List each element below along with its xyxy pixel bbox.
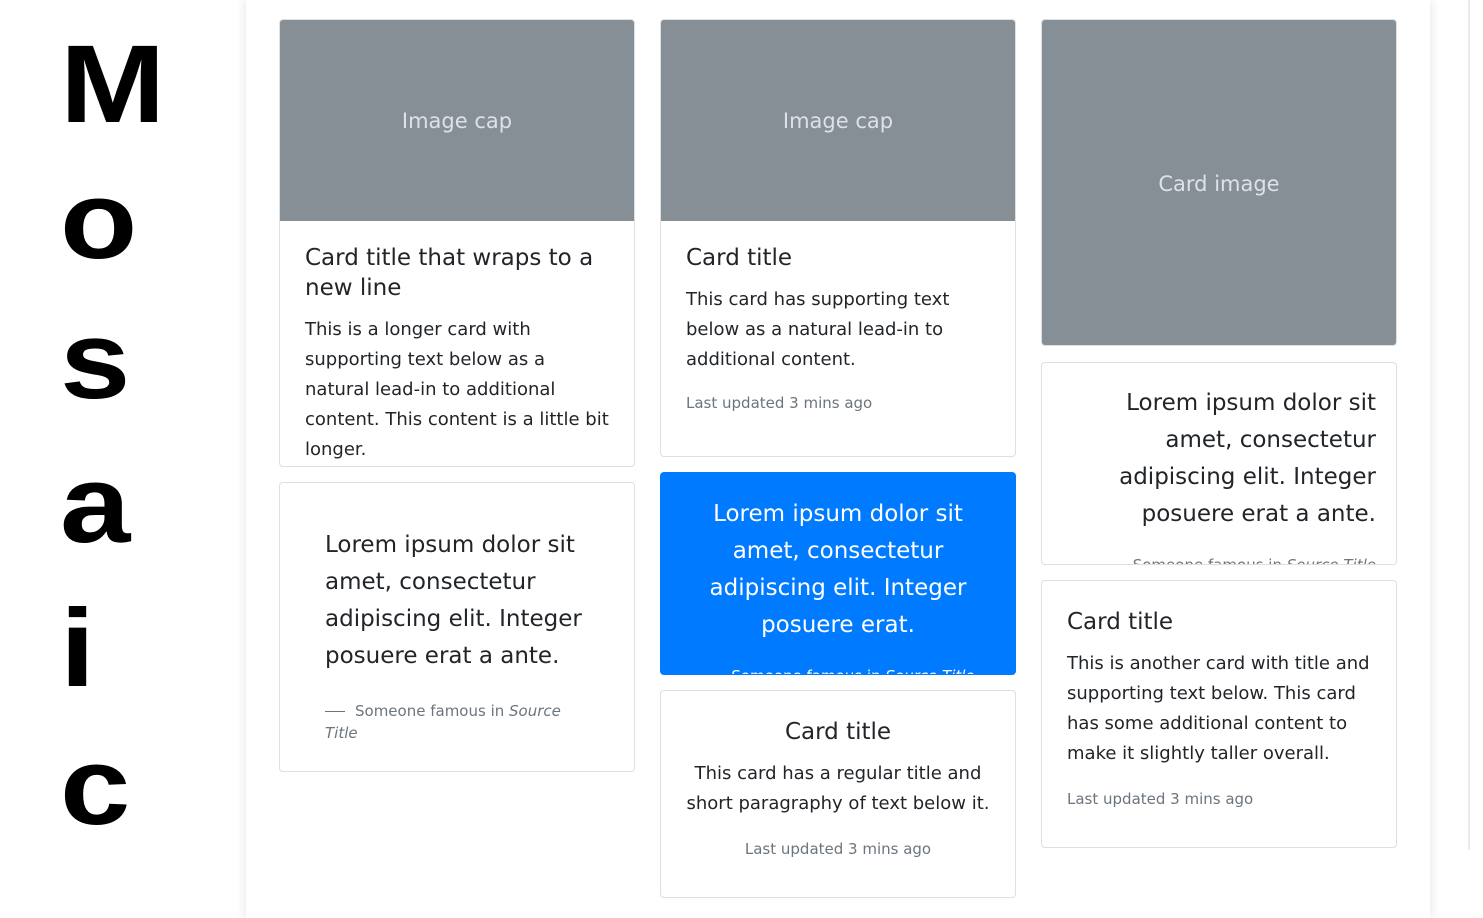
source-title: Source Title [1286, 556, 1376, 565]
card-body: Card title This is another card with tit… [1042, 581, 1396, 834]
card-title: Card title [784, 719, 892, 745]
footer-prefix: Someone famous in [355, 702, 505, 720]
logo-letter-c: c [60, 725, 131, 848]
blockquote: Lorem ipsum dolor sit amet, consectetur … [280, 483, 634, 744]
card-image-placeholder: Image cap [661, 20, 1015, 221]
blockquote-footer: Someone famous in Source Title [679, 665, 997, 674]
logo-letter-m: M [60, 23, 166, 146]
card-text: This is another card with title and supp… [1067, 653, 1370, 764]
quote-text: Lorem ipsum dolor sit amet, consectetur … [325, 532, 582, 669]
blockquote-footer: Someone famous in Source Title [325, 700, 590, 744]
blockquote: Lorem ipsum dolor sit amet, consectetur … [661, 473, 1015, 674]
footer-prefix: Someone famous in [731, 667, 880, 674]
logo-letter-o: o [60, 159, 138, 282]
card-image-only[interactable]: Card image [1041, 19, 1397, 346]
card-image-title[interactable]: Image cap Card title This card has suppo… [660, 19, 1016, 457]
footer-prefix: Someone famous in [1132, 556, 1282, 565]
blockquote-footer: Someone famous in Source Title [1062, 554, 1376, 565]
card-text: This is a longer card with supporting te… [305, 319, 609, 460]
card-blockquote-right[interactable]: Lorem ipsum dolor sit amet, consectetur … [1041, 362, 1397, 565]
card-blockquote-primary[interactable]: Lorem ipsum dolor sit amet, consectetur … [660, 472, 1016, 675]
card-image-placeholder: Image cap [280, 20, 634, 221]
source-title: Source Title [885, 667, 974, 674]
mosaic-logo: M o s a i c [0, 0, 246, 918]
card-centered-title[interactable]: Card title This card has a regular title… [660, 690, 1016, 898]
card-title-text[interactable]: Card title This is another card with tit… [1041, 580, 1397, 848]
image-cap-label: Image cap [401, 108, 513, 133]
page: M o s a i c Image cap Card title that wr… [0, 0, 1483, 918]
logo-letter-a: a [60, 443, 131, 566]
card-image-label: Card image [1158, 171, 1280, 196]
card-text: This card has supporting text below as a… [686, 289, 950, 370]
card-blockquote[interactable]: Lorem ipsum dolor sit amet, consectetur … [279, 482, 635, 772]
last-updated: Last updated 3 mins ago [1067, 790, 1254, 808]
dash-icon [325, 711, 345, 712]
card-image-placeholder: Card image [1042, 20, 1396, 345]
logo-letter-s: s [60, 299, 131, 422]
card-image-wrap-title[interactable]: Image cap Card title that wraps to a new… [279, 19, 635, 467]
card-body: Card title This card has a regular title… [661, 691, 1015, 884]
quote-text: Lorem ipsum dolor sit amet, consectetur … [709, 501, 967, 638]
card-body: Card title This card has supporting text… [661, 221, 1015, 438]
right-edge-divider [1468, 0, 1470, 850]
card-title: Card title that wraps to a new line [305, 245, 594, 301]
logo-letter-i: i [60, 587, 96, 710]
card-title: Card title [1067, 609, 1174, 635]
card-body: Card title that wraps to a new line This… [280, 221, 634, 466]
card-text: This card has a regular title and short … [686, 763, 990, 814]
last-updated: Last updated 3 mins ago [686, 394, 873, 412]
image-cap-label: Image cap [782, 108, 894, 133]
last-updated: Last updated 3 mins ago [744, 840, 932, 858]
quote-text: Lorem ipsum dolor sit amet, consectetur … [1119, 390, 1376, 527]
card-title: Card title [686, 245, 793, 271]
blockquote: Lorem ipsum dolor sit amet, consectetur … [1042, 363, 1396, 565]
